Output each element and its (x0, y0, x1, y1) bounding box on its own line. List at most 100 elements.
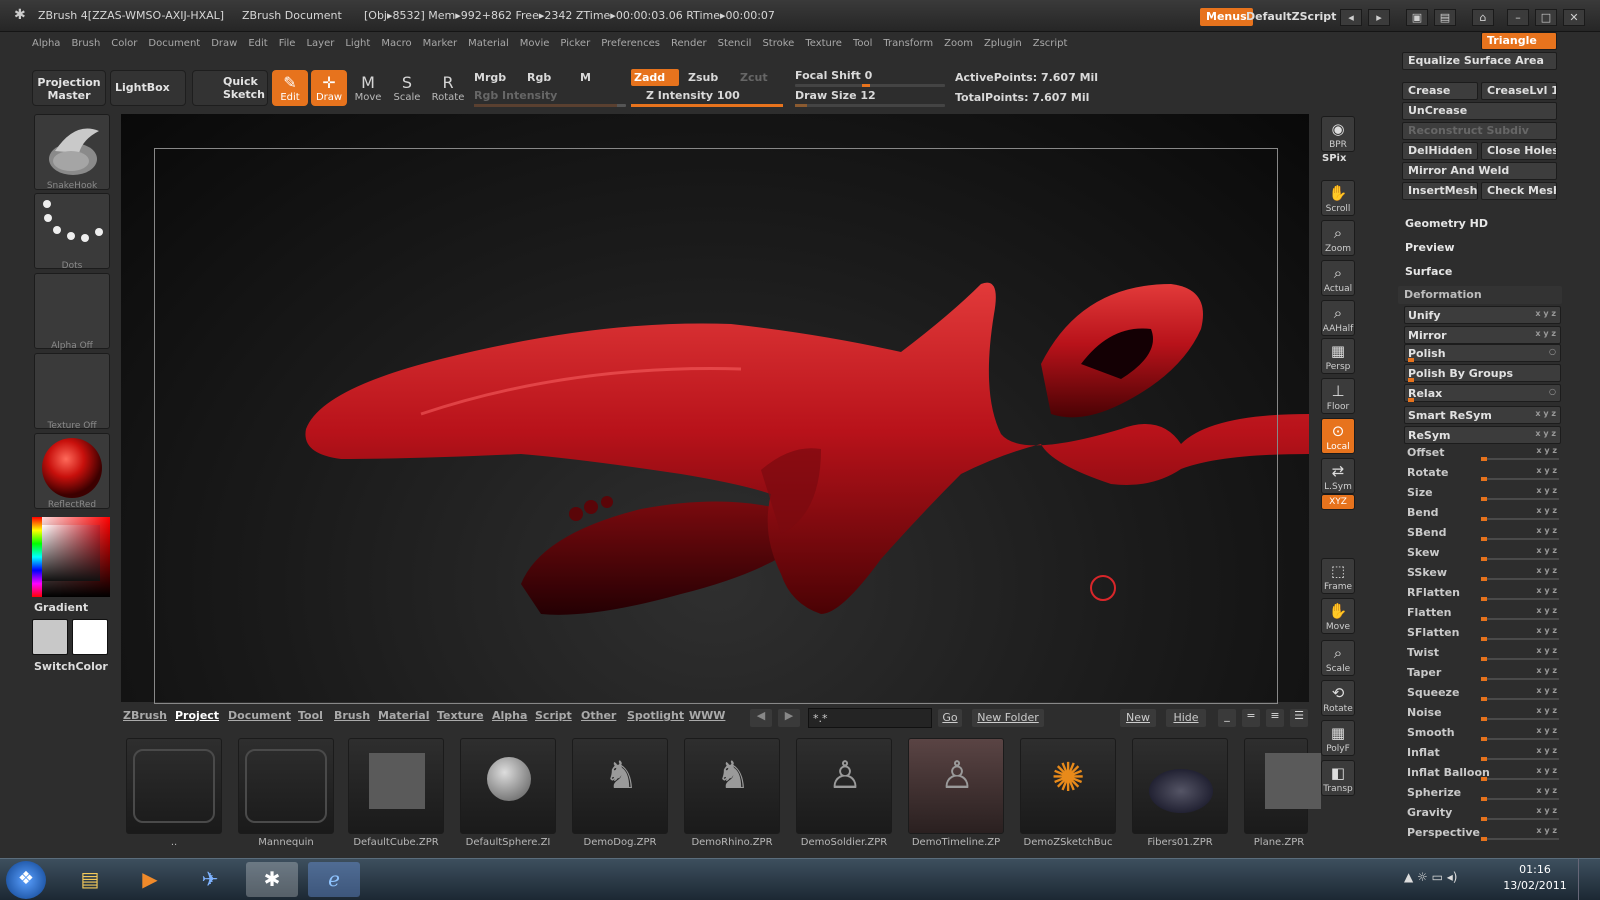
tab-www[interactable]: WWW (689, 709, 725, 722)
deform-offset[interactable]: Offset x y z (1404, 444, 1561, 462)
menu-movie[interactable]: Movie (520, 38, 550, 49)
persp-button[interactable]: ▦ Persp (1321, 338, 1355, 374)
edit-button[interactable]: ✎ Edit (272, 70, 308, 106)
bpr-button[interactable]: ◉ BPR (1321, 116, 1355, 152)
xyz-toggle[interactable]: x y z (1536, 566, 1557, 575)
lightbox-item[interactable]: ♙ (796, 738, 892, 834)
deform-slider[interactable] (1481, 737, 1559, 741)
deform-rflatten[interactable]: RFlatten x y z (1404, 584, 1561, 602)
xyz-toggle[interactable]: x y z (1536, 506, 1557, 515)
lock-icon[interactable]: ⌂ (1472, 9, 1494, 26)
menu-picker[interactable]: Picker (560, 38, 590, 49)
deform-slider[interactable] (1408, 358, 1558, 362)
deform-slider[interactable] (1481, 777, 1559, 781)
color-square[interactable] (42, 525, 100, 581)
reconstruct-subdiv-button[interactable]: Reconstruct Subdiv (1402, 122, 1557, 140)
draw-button[interactable]: ✛ Draw (311, 70, 347, 106)
focal-shift-slider[interactable]: Focal Shift 0 (795, 69, 872, 82)
deform-relax[interactable]: Relax ○ (1404, 384, 1561, 402)
tab-document[interactable]: Document (228, 709, 291, 722)
lightbox-item[interactable] (460, 738, 556, 834)
xyz-toggle[interactable]: x y z (1536, 526, 1557, 535)
deform-slider[interactable] (1481, 537, 1559, 541)
xyz-toggle[interactable]: x y z (1536, 586, 1557, 595)
deform-resym[interactable]: ReSym x y z (1404, 426, 1561, 444)
lightbox-item[interactable] (238, 738, 334, 834)
menu-edit[interactable]: Edit (248, 38, 267, 49)
secondary-color-swatch[interactable] (72, 619, 108, 655)
xyz-button[interactable]: XYZ (1321, 494, 1355, 510)
lightbox-next-icon[interactable]: ▶ (778, 709, 800, 727)
deform-slider[interactable] (1481, 557, 1559, 561)
menu-marker[interactable]: Marker (423, 38, 458, 49)
draw-size-track[interactable] (795, 104, 945, 107)
equalize-surface-area-button[interactable]: Equalize Surface Area (1402, 52, 1557, 70)
scale-button[interactable]: S Scale (389, 70, 425, 106)
surface-header[interactable]: Surface (1405, 265, 1452, 278)
minimize-icon[interactable]: – (1507, 9, 1529, 26)
menu-stencil[interactable]: Stencil (718, 38, 752, 49)
xyz-toggle[interactable]: x y z (1536, 606, 1557, 615)
mirror-and-weld-button[interactable]: Mirror And Weld (1402, 162, 1557, 180)
deform-slider[interactable] (1408, 378, 1558, 382)
deformation-header-bar[interactable]: Deformation (1398, 286, 1562, 304)
insertmesh-button[interactable]: InsertMesh (1402, 182, 1478, 200)
deform-slider[interactable] (1481, 597, 1559, 601)
menu-zscript[interactable]: Zscript (1033, 38, 1068, 49)
xyz-toggle[interactable]: x y z (1536, 726, 1557, 735)
local-button[interactable]: ⊙ Local (1321, 418, 1355, 454)
triangle-button[interactable]: Triangle (1481, 32, 1557, 50)
zcut-button[interactable]: Zcut (740, 71, 768, 84)
deform-slider[interactable] (1408, 341, 1558, 343)
deform-inflat-balloon[interactable]: Inflat Balloon x y z (1404, 764, 1561, 782)
layout2-icon[interactable]: ▤ (1434, 9, 1456, 26)
frame-button[interactable]: ⬚ Frame (1321, 558, 1355, 594)
deform-squeeze[interactable]: Squeeze x y z (1404, 684, 1561, 702)
deform-sskew[interactable]: SSkew x y z (1404, 564, 1561, 582)
mrgb-button[interactable]: Mrgb (474, 71, 506, 84)
start-button[interactable]: ❖ (6, 861, 46, 899)
xyz-toggle[interactable]: x y z (1536, 546, 1557, 555)
lightbox-item[interactable]: ♞ (684, 738, 780, 834)
xyz-toggle[interactable]: x y z (1536, 646, 1557, 655)
actual-button[interactable]: ⌕ Actual (1321, 260, 1355, 296)
menu-color[interactable]: Color (111, 38, 137, 49)
scale-button[interactable]: ⌕ Scale (1321, 640, 1355, 676)
move-button[interactable]: M Move (350, 70, 386, 106)
xyz-toggle[interactable]: x y z (1536, 466, 1557, 475)
stroke-selector[interactable] (34, 193, 110, 269)
rgb-intensity-slider[interactable]: Rgb Intensity (474, 89, 557, 102)
color-picker[interactable] (32, 517, 110, 597)
close-icon[interactable]: ✕ (1563, 9, 1585, 26)
xyz-toggle[interactable]: x y z (1536, 746, 1557, 755)
close-holes-button[interactable]: Close Holes (1481, 142, 1557, 160)
deform-slider[interactable] (1481, 817, 1559, 821)
xyz-toggle[interactable]: x y z (1536, 486, 1557, 495)
internet-explorer-icon[interactable]: ℯ (308, 862, 360, 897)
tab-script[interactable]: Script (535, 709, 572, 722)
deform-slider[interactable] (1481, 577, 1559, 581)
deform-slider[interactable] (1481, 837, 1559, 841)
deform-taper[interactable]: Taper x y z (1404, 664, 1561, 682)
show-desktop-button[interactable] (1578, 858, 1600, 900)
menu-macro[interactable]: Macro (381, 38, 411, 49)
xyz-toggle[interactable]: x y z (1535, 309, 1556, 318)
menu-brush[interactable]: Brush (71, 38, 100, 49)
deform-slider[interactable] (1408, 398, 1558, 402)
rgb-intensity-track[interactable] (474, 104, 626, 107)
default-zscript-button[interactable]: DefaultZScript (1240, 8, 1342, 26)
deform-slider[interactable] (1481, 717, 1559, 721)
deform-polish[interactable]: Polish ○ (1404, 344, 1561, 362)
projection-master-button[interactable]: Projection Master (32, 70, 106, 106)
xyz-toggle[interactable]: x y z (1536, 686, 1557, 695)
lightbox-search-input[interactable] (808, 708, 932, 728)
xyz-toggle[interactable]: x y z (1535, 329, 1556, 338)
new-folder-button[interactable]: New Folder (972, 709, 1044, 727)
check-mesh-button[interactable]: Check Mesh (1481, 182, 1557, 200)
xyz-toggle[interactable]: x y z (1536, 446, 1557, 455)
texture-selector[interactable] (34, 353, 110, 429)
lightbox-item[interactable]: ♞ (572, 738, 668, 834)
menu-layer[interactable]: Layer (306, 38, 334, 49)
go-button[interactable]: Go (938, 709, 962, 727)
xyz-toggle[interactable]: x y z (1536, 666, 1557, 675)
